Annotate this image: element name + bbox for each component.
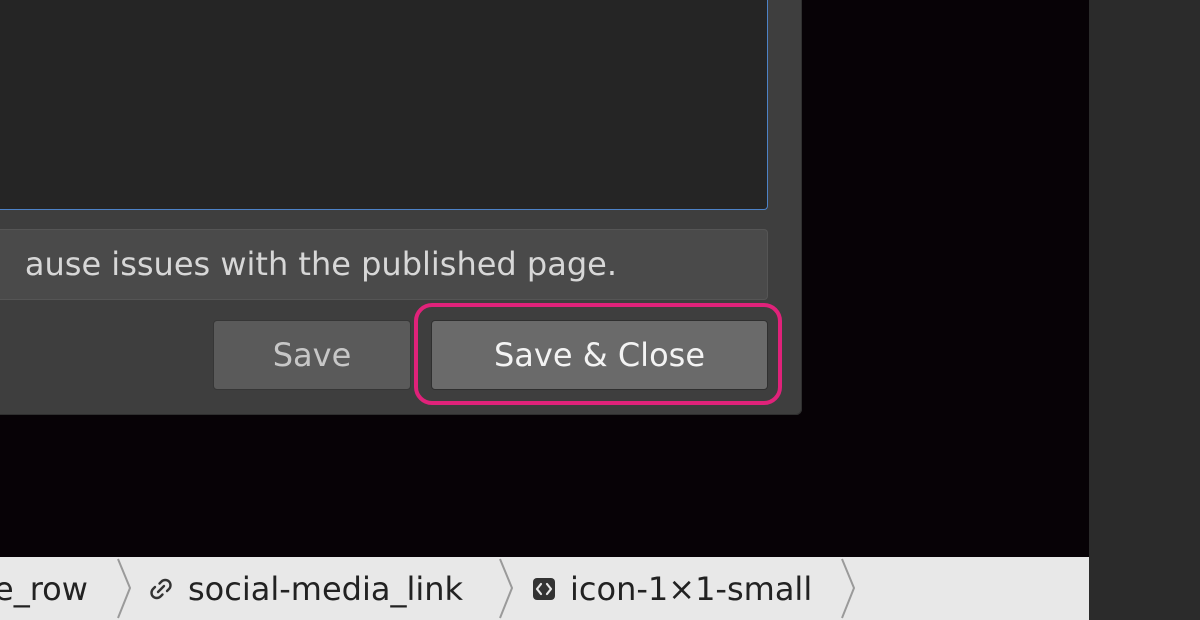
breadcrumb-item-label: social-media_link [188,569,464,608]
breadcrumb-item-icon-small[interactable]: icon-1×1-small [532,557,812,620]
save-and-close-focus-ring [414,303,782,405]
breadcrumb-item-label: e_row [0,569,88,608]
publish-warning-text: ause issues with the published page. [24,245,617,283]
link-icon [150,578,172,599]
webflow-canvas: ause issues with the published page. Sav… [0,0,1200,620]
code-embed-icon [533,577,555,600]
breadcrumb-chevron-icon [499,558,514,619]
breadcrumb-chevron-icon [841,558,856,619]
breadcrumb-item-label: icon-1×1-small [570,569,813,608]
breadcrumb-chevron-icon [117,558,132,619]
right-side-panel [1089,0,1200,620]
save-button[interactable]: Save [213,320,411,390]
breadcrumb-item-row[interactable]: e_row [0,557,88,620]
element-breadcrumb: e_row social-media_link icon-1×1-small [0,557,1089,620]
breadcrumb-item-social-media-link[interactable]: social-media_link [148,557,463,620]
publish-warning-banner: ause issues with the published page. [0,229,768,300]
custom-code-editor[interactable] [0,0,768,210]
